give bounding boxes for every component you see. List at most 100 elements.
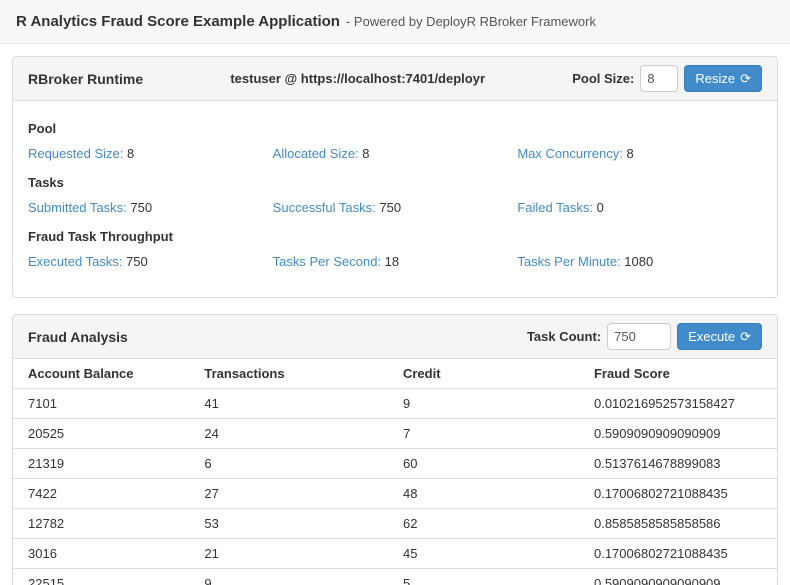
column-header: Credit bbox=[395, 359, 586, 389]
stat-label: Max Concurrency: bbox=[517, 146, 626, 161]
task-count-label: Task Count: bbox=[527, 329, 601, 344]
table-cell: 20525 bbox=[13, 419, 196, 449]
stats-row: Submitted Tasks: 750Successful Tasks: 75… bbox=[28, 200, 762, 215]
stat: Submitted Tasks: 750 bbox=[28, 200, 273, 215]
table-cell: 60 bbox=[395, 449, 586, 479]
table-cell: 0.5137614678899083 bbox=[586, 449, 777, 479]
table-row: 205252470.5909090909090909 bbox=[13, 419, 777, 449]
pool-size-label: Pool Size: bbox=[572, 71, 634, 86]
table-cell: 62 bbox=[395, 509, 586, 539]
refresh-icon: ⟳ bbox=[740, 330, 751, 343]
stats-row: Requested Size: 8Allocated Size: 8Max Co… bbox=[28, 146, 762, 161]
stat-label: Failed Tasks: bbox=[517, 200, 596, 215]
top-navbar: R Analytics Fraud Score Example Applicat… bbox=[0, 0, 790, 44]
section-heading: Fraud Task Throughput bbox=[28, 229, 762, 244]
table-cell: 21 bbox=[196, 539, 395, 569]
stat-value: 8 bbox=[362, 146, 369, 161]
task-count-controls: Task Count: Execute ⟳ bbox=[527, 323, 762, 350]
table-row: 742227480.17006802721088435 bbox=[13, 479, 777, 509]
table-cell: 48 bbox=[395, 479, 586, 509]
stat-label: Requested Size: bbox=[28, 146, 127, 161]
table-cell: 7 bbox=[395, 419, 586, 449]
table-cell: 0.17006802721088435 bbox=[586, 479, 777, 509]
fraud-analysis-header: Fraud Analysis Task Count: Execute ⟳ bbox=[13, 315, 777, 359]
resize-button[interactable]: Resize ⟳ bbox=[684, 65, 762, 92]
stat-value: 1080 bbox=[624, 254, 653, 269]
resize-button-label: Resize bbox=[695, 71, 735, 86]
stat: Tasks Per Minute: 1080 bbox=[517, 254, 762, 269]
table-cell: 21319 bbox=[13, 449, 196, 479]
table-cell: 9 bbox=[196, 569, 395, 585]
stat-label: Submitted Tasks: bbox=[28, 200, 130, 215]
stat-value: 750 bbox=[379, 200, 401, 215]
table-row: 301621450.17006802721088435 bbox=[13, 539, 777, 569]
refresh-icon: ⟳ bbox=[740, 72, 751, 85]
fraud-table-head-row: Account BalanceTransactionsCreditFraud S… bbox=[13, 359, 777, 389]
table-cell: 0.5909090909090909 bbox=[586, 419, 777, 449]
column-header: Fraud Score bbox=[586, 359, 777, 389]
pool-size-controls: Pool Size: Resize ⟳ bbox=[572, 65, 762, 92]
stat: Failed Tasks: 0 bbox=[517, 200, 762, 215]
table-row: 213196600.5137614678899083 bbox=[13, 449, 777, 479]
stat-label: Allocated Size: bbox=[273, 146, 363, 161]
table-cell: 27 bbox=[196, 479, 395, 509]
section-heading: Pool bbox=[28, 121, 762, 136]
column-header: Transactions bbox=[196, 359, 395, 389]
rbroker-runtime-body: PoolRequested Size: 8Allocated Size: 8Ma… bbox=[13, 101, 777, 297]
stat: Tasks Per Second: 18 bbox=[273, 254, 518, 269]
page-title: R Analytics Fraud Score Example Applicat… bbox=[16, 13, 340, 30]
page-subtitle: - Powered by DeployR RBroker Framework bbox=[346, 14, 596, 29]
table-cell: 9 bbox=[395, 389, 586, 419]
table-cell: 0.17006802721088435 bbox=[586, 539, 777, 569]
stat-value: 0 bbox=[597, 200, 604, 215]
table-cell: 41 bbox=[196, 389, 395, 419]
stat-label: Successful Tasks: bbox=[273, 200, 380, 215]
fraud-analysis-title: Fraud Analysis bbox=[28, 329, 128, 345]
stat-value: 750 bbox=[126, 254, 148, 269]
table-cell: 0.010216952573158427 bbox=[586, 389, 777, 419]
rbroker-runtime-panel: RBroker Runtime testuser @ https://local… bbox=[12, 56, 778, 298]
execute-button[interactable]: Execute ⟳ bbox=[677, 323, 762, 350]
fraud-table-body: 71014190.010216952573158427205252470.590… bbox=[13, 389, 777, 585]
table-row: 22515950.5909090909090909 bbox=[13, 569, 777, 585]
pool-size-input[interactable] bbox=[640, 65, 678, 92]
table-cell: 5 bbox=[395, 569, 586, 585]
execute-button-label: Execute bbox=[688, 329, 735, 344]
stat: Max Concurrency: 8 bbox=[517, 146, 762, 161]
runtime-panel-title: RBroker Runtime bbox=[28, 71, 143, 87]
table-row: 1278253620.8585858585858586 bbox=[13, 509, 777, 539]
stat-value: 750 bbox=[130, 200, 152, 215]
table-cell: 6 bbox=[196, 449, 395, 479]
stat: Successful Tasks: 750 bbox=[273, 200, 518, 215]
stat: Executed Tasks: 750 bbox=[28, 254, 273, 269]
runtime-sections: PoolRequested Size: 8Allocated Size: 8Ma… bbox=[28, 121, 762, 269]
stat-value: 18 bbox=[385, 254, 399, 269]
table-cell: 0.5909090909090909 bbox=[586, 569, 777, 585]
fraud-analysis-panel: Fraud Analysis Task Count: Execute ⟳ Acc… bbox=[12, 314, 778, 585]
fraud-table: Account BalanceTransactionsCreditFraud S… bbox=[13, 359, 777, 585]
table-cell: 7422 bbox=[13, 479, 196, 509]
table-cell: 12782 bbox=[13, 509, 196, 539]
stat-value: 8 bbox=[127, 146, 134, 161]
stats-row: Executed Tasks: 750Tasks Per Second: 18T… bbox=[28, 254, 762, 269]
main-container: RBroker Runtime testuser @ https://local… bbox=[0, 44, 790, 585]
column-header: Account Balance bbox=[13, 359, 196, 389]
stat: Requested Size: 8 bbox=[28, 146, 273, 161]
endpoint-text: testuser @ https://localhost:7401/deploy… bbox=[230, 71, 485, 86]
stat-label: Tasks Per Second: bbox=[273, 254, 385, 269]
table-cell: 7101 bbox=[13, 389, 196, 419]
stat-label: Executed Tasks: bbox=[28, 254, 126, 269]
rbroker-runtime-header: RBroker Runtime testuser @ https://local… bbox=[13, 57, 777, 101]
section-heading: Tasks bbox=[28, 175, 762, 190]
table-cell: 3016 bbox=[13, 539, 196, 569]
table-row: 71014190.010216952573158427 bbox=[13, 389, 777, 419]
stat-label: Tasks Per Minute: bbox=[517, 254, 624, 269]
table-cell: 24 bbox=[196, 419, 395, 449]
table-cell: 0.8585858585858586 bbox=[586, 509, 777, 539]
table-cell: 53 bbox=[196, 509, 395, 539]
stat: Allocated Size: 8 bbox=[273, 146, 518, 161]
table-cell: 45 bbox=[395, 539, 586, 569]
task-count-input[interactable] bbox=[607, 323, 671, 350]
stat-value: 8 bbox=[626, 146, 633, 161]
table-cell: 22515 bbox=[13, 569, 196, 585]
